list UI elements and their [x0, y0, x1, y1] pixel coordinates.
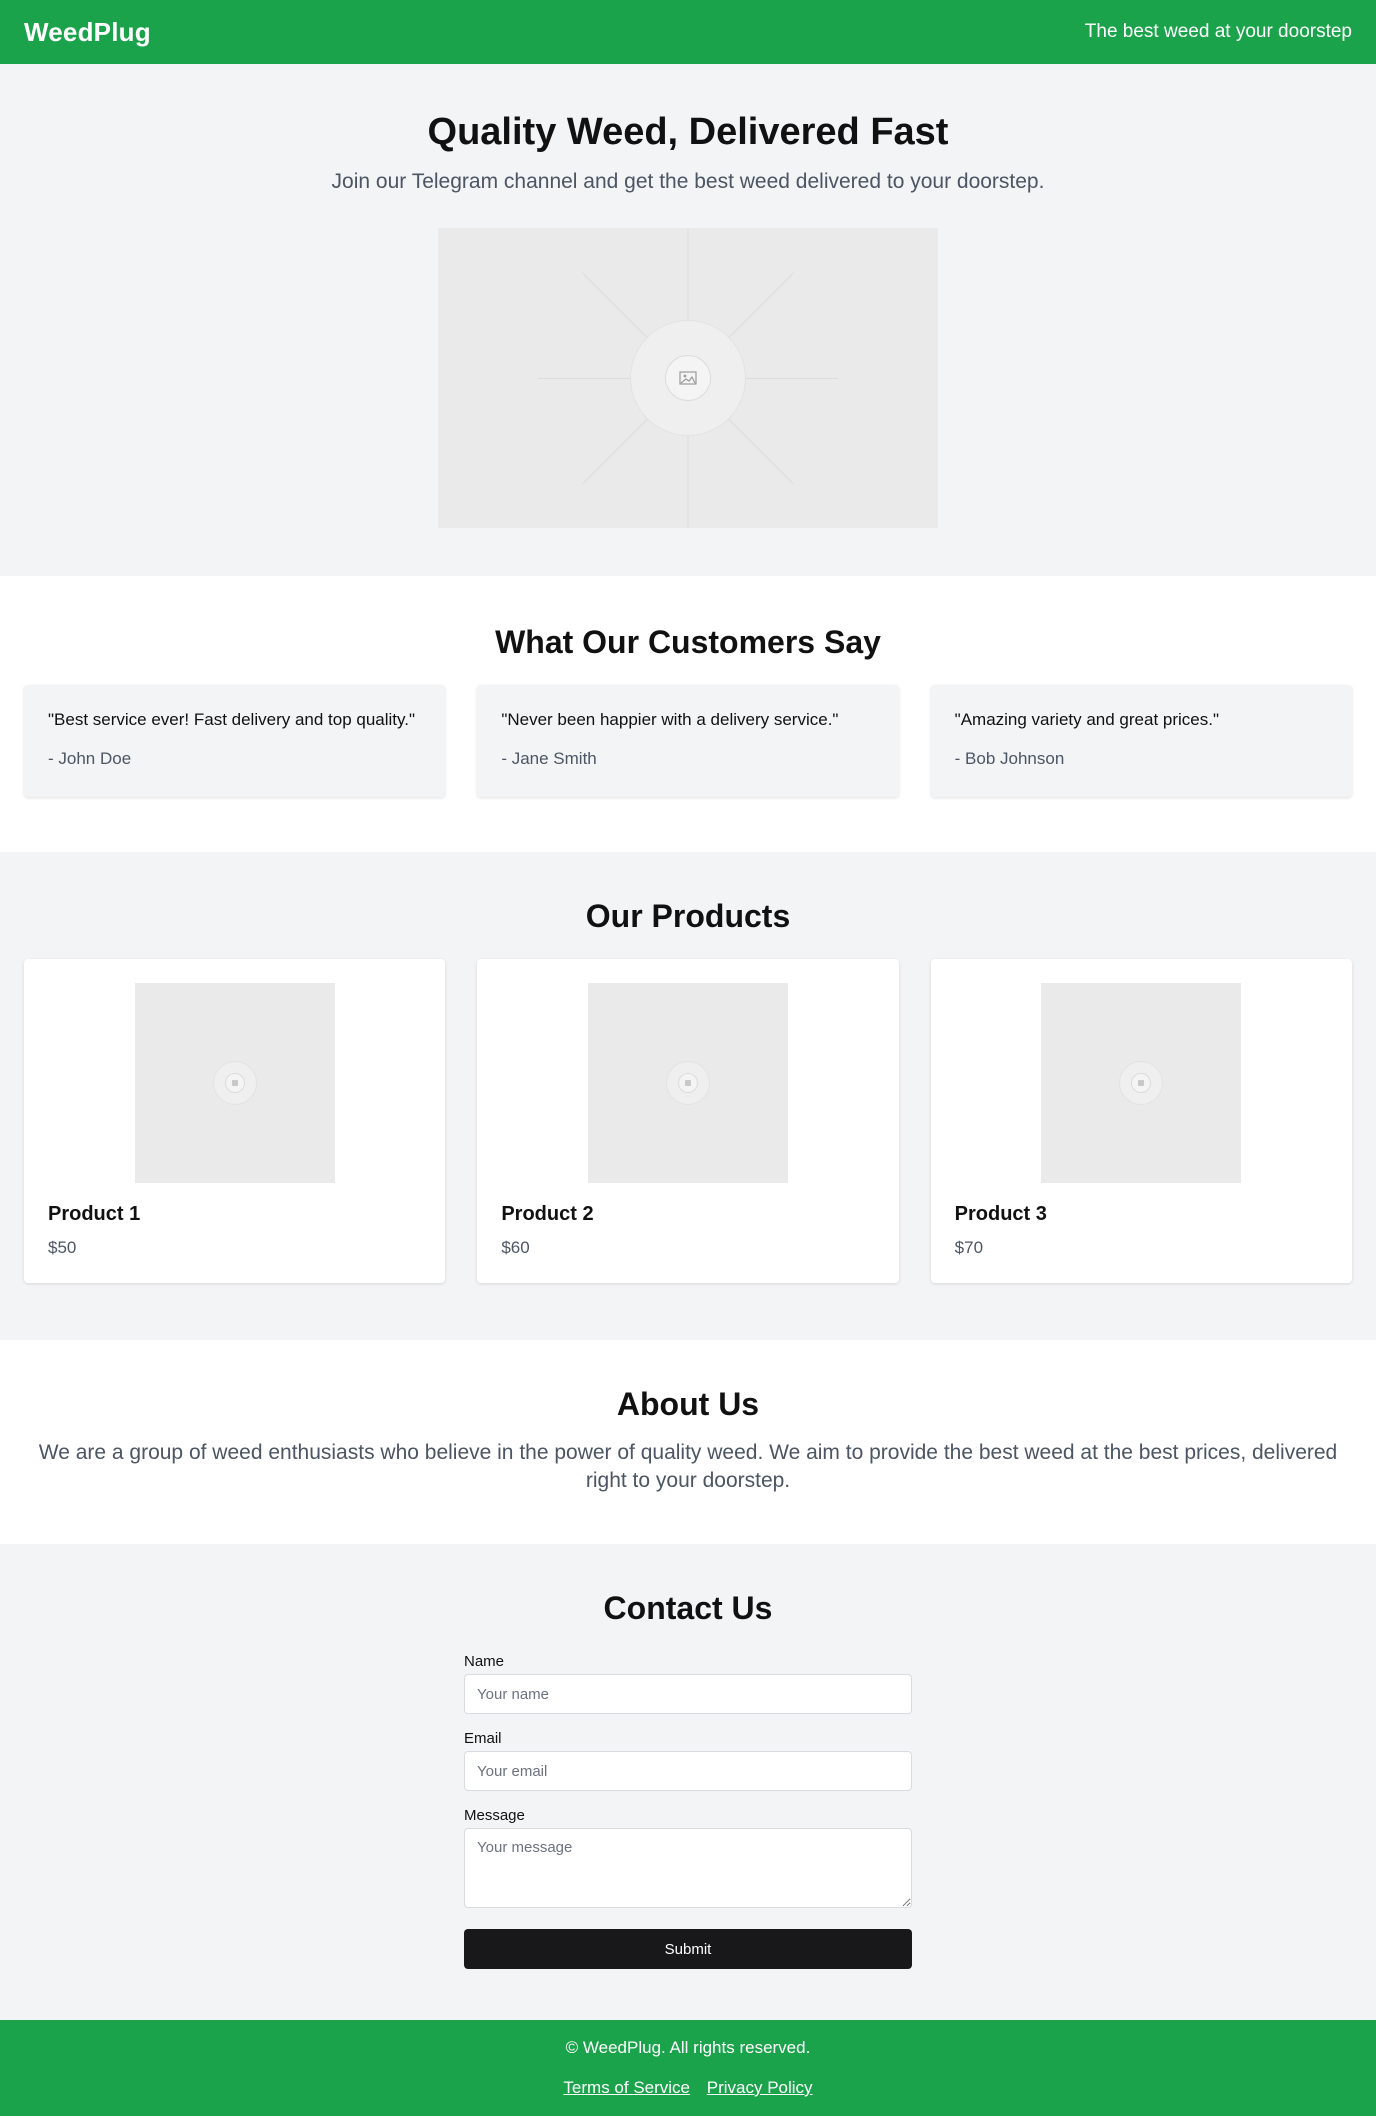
contact-title: Contact Us — [603, 1590, 773, 1626]
about-section: About Us We are a group of weed enthusia… — [0, 1340, 1376, 1544]
about-text: We are a group of weed enthusiasts who b… — [38, 1441, 1338, 1493]
hero-title: Quality Weed, Delivered Fast — [427, 111, 949, 153]
hero-image — [438, 227, 938, 528]
email-input[interactable] — [464, 1751, 912, 1791]
hero-section: Quality Weed, Delivered Fast Join our Te… — [0, 64, 1376, 576]
footer-copyright: © WeedPlug. All rights reserved. — [565, 2038, 811, 2057]
product-card[interactable]: Product 3 $70 — [930, 959, 1352, 1283]
product-name: Product 3 — [954, 1203, 1047, 1225]
product-price: $50 — [48, 1238, 77, 1257]
product-price: $60 — [501, 1238, 530, 1257]
name-input[interactable] — [464, 1674, 912, 1714]
testimonial-author: - Bob Johnson — [954, 749, 1065, 769]
product-name: Product 1 — [48, 1203, 141, 1225]
contact-form: Name Email Message Submit — [464, 1653, 912, 1969]
about-title: About Us — [616, 1386, 760, 1422]
testimonial-card: "Never been happier with a delivery serv… — [477, 685, 899, 797]
products-list: Product 1 $50 Product 2 $60 Product 3 $7… — [0, 959, 1376, 1283]
image-placeholder-icon — [205, 1053, 265, 1113]
footer-links: Terms of Service Privacy Policy — [0, 2078, 1376, 2098]
product-card[interactable]: Product 1 $50 — [24, 959, 446, 1283]
message-label: Message — [464, 1807, 525, 1824]
product-card[interactable]: Product 2 $60 — [477, 959, 899, 1283]
testimonial-author: - John Doe — [48, 749, 132, 769]
products-title: Our Products — [585, 898, 791, 934]
privacy-policy-link[interactable]: Privacy Policy — [707, 2078, 813, 2097]
message-field-group: Message — [464, 1807, 912, 1913]
image-placeholder-icon — [538, 228, 838, 528]
email-label: Email — [464, 1730, 502, 1747]
products-section: Our Products Product 1 $50 Product 2 $60… — [0, 852, 1376, 1340]
site-footer: © WeedPlug. All rights reserved. Terms o… — [0, 2020, 1376, 2116]
testimonials-list: "Best service ever! Fast delivery and to… — [0, 685, 1376, 797]
image-placeholder-icon — [1111, 1053, 1171, 1113]
submit-button[interactable]: Submit — [464, 1929, 912, 1969]
testimonial-card: "Best service ever! Fast delivery and to… — [24, 685, 446, 797]
message-textarea[interactable] — [464, 1828, 912, 1908]
testimonial-quote: "Never been happier with a delivery serv… — [501, 710, 839, 729]
terms-of-service-link[interactable]: Terms of Service — [563, 2078, 690, 2097]
testimonial-quote: "Amazing variety and great prices." — [954, 710, 1220, 729]
testimonial-quote: "Best service ever! Fast delivery and to… — [48, 710, 416, 729]
testimonials-section: What Our Customers Say "Best service eve… — [0, 576, 1376, 852]
site-header: WeedPlug The best weed at your doorstep — [0, 0, 1376, 64]
testimonial-card: "Amazing variety and great prices." - Bo… — [930, 685, 1352, 797]
product-name: Product 2 — [501, 1203, 594, 1225]
product-image — [587, 983, 788, 1183]
name-label: Name — [464, 1653, 505, 1670]
product-image — [134, 983, 335, 1183]
contact-section: Contact Us Name Email Message Submit — [0, 1544, 1376, 2020]
testimonial-author: - Jane Smith — [501, 749, 597, 769]
header-tagline: The best weed at your doorstep — [1084, 21, 1352, 42]
name-field-group: Name — [464, 1653, 912, 1714]
testimonials-title: What Our Customers Say — [495, 624, 881, 660]
site-logo[interactable]: WeedPlug — [24, 17, 151, 48]
hero-subtitle: Join our Telegram channel and get the be… — [331, 169, 1045, 193]
email-field-group: Email — [464, 1730, 912, 1791]
product-image — [1041, 983, 1242, 1183]
product-price: $70 — [954, 1238, 984, 1257]
image-placeholder-icon — [658, 1053, 718, 1113]
